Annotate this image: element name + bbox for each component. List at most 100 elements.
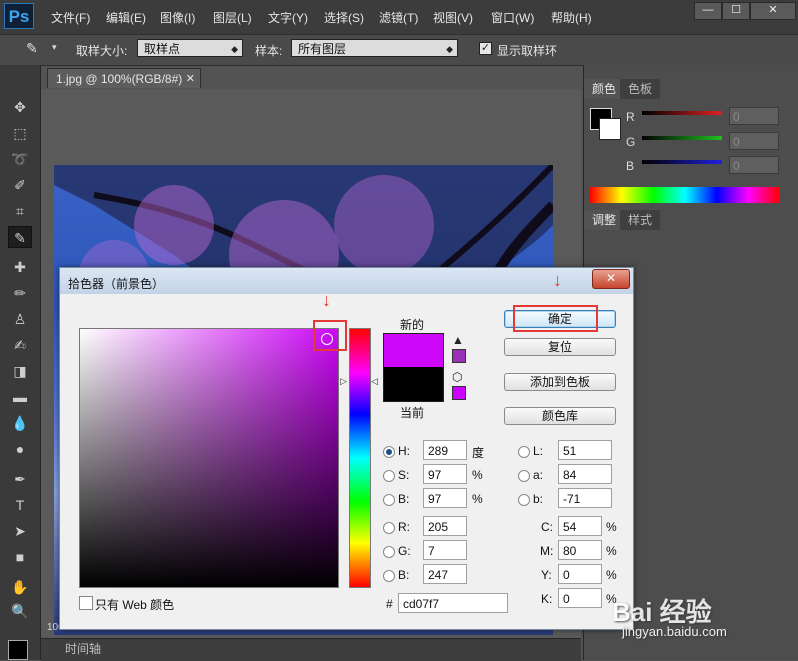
healing-brush-tool-icon[interactable]: ✚ — [8, 256, 32, 278]
menu-file[interactable]: 文件(F) — [51, 9, 90, 26]
annotation-highlight-color-point — [313, 320, 347, 351]
menu-select[interactable]: 选择(S) — [324, 9, 364, 26]
lasso-tool-icon[interactable]: ➰ — [8, 148, 32, 170]
blur-tool-icon[interactable]: 💧 — [8, 412, 32, 434]
eyedropper-tool-icon[interactable]: ✎ — [8, 226, 32, 248]
sample-size-select[interactable]: 取样点 ◆ — [137, 39, 243, 57]
marquee-tool-icon[interactable]: ⬚ — [8, 122, 32, 144]
slider-r-value[interactable]: 0 — [729, 107, 779, 125]
zoom-tool-icon[interactable]: 🔍 — [8, 600, 32, 622]
hue-slider-left-arrow-icon[interactable]: ▷ — [340, 376, 347, 387]
tab-color[interactable]: 颜色 — [584, 79, 625, 99]
slider-g-value[interactable]: 0 — [729, 132, 779, 150]
input-c[interactable]: 54 — [558, 516, 602, 536]
panel-background-swatch[interactable] — [599, 118, 621, 140]
input-b-brightness[interactable]: 97 — [423, 488, 467, 508]
hue-slider[interactable] — [349, 328, 371, 588]
timeline-panel[interactable]: 时间轴 — [41, 638, 581, 661]
menu-layer[interactable]: 图层(L) — [213, 9, 252, 26]
unit-c: % — [606, 520, 617, 534]
unit-m: % — [606, 544, 617, 558]
radio-r[interactable] — [383, 522, 395, 534]
input-lab-b[interactable]: -71 — [558, 488, 612, 508]
input-y[interactable]: 0 — [558, 564, 602, 584]
input-l[interactable]: 51 — [558, 440, 612, 460]
menu-edit[interactable]: 编辑(E) — [106, 9, 146, 26]
slider-g[interactable] — [642, 136, 722, 140]
hex-input[interactable]: cd07f7 — [398, 593, 508, 613]
label-k: K: — [541, 592, 553, 606]
dialog-close-button[interactable]: ✕ — [592, 269, 630, 289]
hand-tool-icon[interactable]: ✋ — [8, 576, 32, 598]
tab-swatches[interactable]: 色板 — [620, 79, 661, 99]
reset-button[interactable]: 复位 — [504, 338, 616, 356]
color-field[interactable] — [79, 328, 339, 588]
unit-s: % — [472, 468, 483, 482]
type-tool-icon[interactable]: T — [8, 494, 32, 516]
current-color-swatch[interactable] — [383, 367, 444, 402]
tab-styles[interactable]: 样式 — [620, 210, 661, 230]
radio-l[interactable] — [518, 446, 530, 458]
radio-a[interactable] — [518, 470, 530, 482]
menu-image[interactable]: 图像(I) — [160, 9, 195, 26]
radio-b-brightness[interactable] — [383, 494, 395, 506]
shape-tool-icon[interactable]: ■ — [8, 546, 32, 568]
sample-select[interactable]: 所有图层 ◆ — [291, 39, 458, 57]
menu-help[interactable]: 帮助(H) — [551, 9, 592, 26]
foreground-color-swatch[interactable] — [8, 640, 28, 660]
slider-r[interactable] — [642, 111, 722, 115]
menu-window[interactable]: 窗口(W) — [491, 9, 534, 26]
eraser-tool-icon[interactable]: ◨ — [8, 360, 32, 382]
hue-slider-right-arrow-icon[interactable]: ◁ — [371, 376, 378, 387]
close-tab-icon[interactable]: ✕ — [186, 69, 195, 89]
quick-select-tool-icon[interactable]: ✐ — [8, 174, 32, 196]
sample-size-label: 取样大小: — [76, 44, 128, 58]
input-g[interactable]: 7 — [423, 540, 467, 560]
radio-b-blue[interactable] — [383, 570, 395, 582]
history-brush-tool-icon[interactable]: ✍ — [8, 334, 32, 356]
menu-type[interactable]: 文字(Y) — [268, 9, 308, 26]
radio-s[interactable] — [383, 470, 395, 482]
pen-tool-icon[interactable]: ✒ — [8, 468, 32, 490]
input-m[interactable]: 80 — [558, 540, 602, 560]
input-h[interactable]: 289 — [423, 440, 467, 460]
close-window-button[interactable]: ✕ — [750, 2, 796, 20]
input-k[interactable]: 0 — [558, 588, 602, 608]
color-spectrum-bar[interactable] — [590, 187, 780, 203]
web-colors-only-label: 只有 Web 颜色 — [95, 598, 175, 612]
web-safe-swatch[interactable] — [452, 386, 466, 400]
label-y: Y: — [541, 568, 552, 582]
add-to-swatches-button[interactable]: 添加到色板 — [504, 373, 616, 391]
tool-preset-chevron-down-icon[interactable]: ▾ — [52, 42, 57, 53]
menu-view[interactable]: 视图(V) — [433, 9, 473, 26]
crop-tool-icon[interactable]: ⌗ — [8, 200, 32, 222]
new-color-swatch — [383, 333, 444, 368]
input-r[interactable]: 205 — [423, 516, 467, 536]
input-b-blue[interactable]: 247 — [423, 564, 467, 584]
tab-adjustments[interactable]: 调整 — [584, 210, 625, 230]
dodge-tool-icon[interactable]: ● — [8, 438, 32, 460]
eyedropper-icon[interactable]: ✎ — [26, 40, 44, 58]
gradient-tool-icon[interactable]: ▬ — [8, 386, 32, 408]
radio-h[interactable] — [383, 446, 395, 458]
web-safe-cube-icon[interactable]: ⬡ — [452, 370, 462, 384]
input-s[interactable]: 97 — [423, 464, 467, 484]
input-a[interactable]: 84 — [558, 464, 612, 484]
path-select-tool-icon[interactable]: ➤ — [8, 520, 32, 542]
web-colors-only-checkbox[interactable] — [79, 596, 93, 610]
maximize-button[interactable]: ☐ — [722, 2, 750, 20]
menu-filter[interactable]: 滤镜(T) — [379, 9, 418, 26]
minimize-button[interactable]: — — [694, 2, 722, 20]
brush-tool-icon[interactable]: ✏ — [8, 282, 32, 304]
radio-g[interactable] — [383, 546, 395, 558]
out-of-gamut-warning-icon[interactable]: ▲ — [452, 333, 464, 347]
radio-lab-b[interactable] — [518, 494, 530, 506]
slider-b[interactable] — [642, 160, 722, 164]
show-ring-checkbox[interactable]: ✓ — [479, 42, 492, 55]
slider-b-value[interactable]: 0 — [729, 156, 779, 174]
document-tab[interactable]: 1.jpg @ 100%(RGB/8#) ✕ — [47, 68, 201, 88]
gamut-correction-swatch[interactable] — [452, 349, 466, 363]
move-tool-icon[interactable]: ✥ — [8, 96, 32, 118]
color-libraries-button[interactable]: 颜色库 — [504, 407, 616, 425]
clone-stamp-tool-icon[interactable]: ♙ — [8, 308, 32, 330]
